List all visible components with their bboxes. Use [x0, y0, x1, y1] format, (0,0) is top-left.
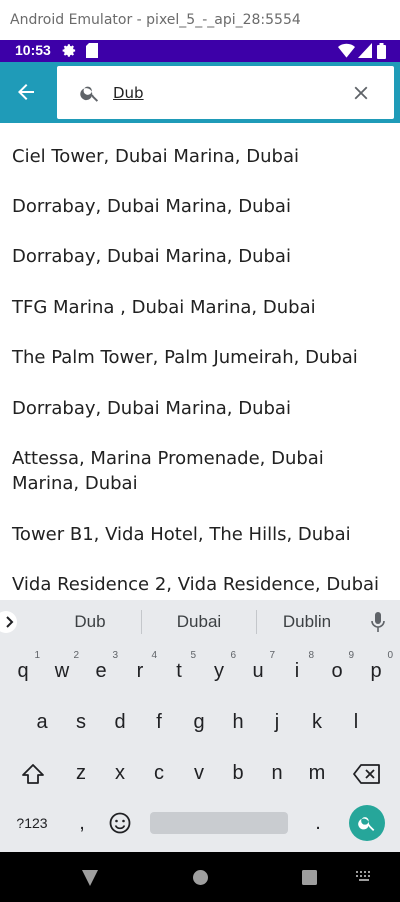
key-t[interactable]: t5 — [164, 650, 196, 683]
status-time: 10:53 — [15, 42, 51, 58]
navigation-bar — [0, 852, 400, 902]
key-l[interactable]: l — [341, 711, 371, 734]
shift-icon[interactable] — [21, 762, 45, 786]
suggestion-1[interactable]: Dub — [40, 612, 140, 632]
emulator-window-title: Android Emulator - pixel_5_-_api_28:5554 — [0, 0, 400, 40]
key-f[interactable]: f — [144, 711, 174, 734]
list-item[interactable]: Attessa, Marina Promenade, Dubai Marina,… — [12, 446, 392, 496]
search-app-bar — [0, 62, 400, 123]
wifi-icon — [338, 43, 355, 58]
suggestion-divider — [141, 610, 142, 634]
key-e[interactable]: e3 — [86, 650, 118, 683]
key-h[interactable]: h — [223, 711, 253, 734]
key-p[interactable]: p0 — [361, 650, 393, 683]
list-item[interactable]: Dorrabay, Dubai Marina, Dubai — [12, 396, 392, 421]
settings-gear-icon — [62, 44, 76, 57]
chevron-right-icon[interactable] — [0, 611, 22, 633]
key-a[interactable]: a — [27, 711, 57, 734]
battery-icon — [377, 43, 386, 59]
key-k[interactable]: k — [302, 711, 332, 734]
search-action-key[interactable] — [349, 805, 385, 841]
key-w[interactable]: w2 — [47, 650, 79, 683]
search-input[interactable] — [113, 80, 313, 106]
key-q[interactable]: q1 — [8, 650, 40, 683]
list-item[interactable]: The Palm Tower, Palm Jumeirah, Dubai — [12, 345, 392, 370]
list-item[interactable]: Ciel Tower, Dubai Marina, Dubai — [12, 144, 392, 169]
symbols-key[interactable]: ?123 — [12, 815, 52, 831]
key-n[interactable]: n — [262, 762, 292, 785]
key-period[interactable]: . — [303, 812, 333, 835]
keyboard-switch-icon[interactable] — [356, 871, 372, 883]
backspace-icon[interactable] — [353, 764, 381, 784]
key-c[interactable]: c — [144, 762, 174, 785]
key-g[interactable]: g — [184, 711, 214, 734]
key-comma[interactable]: , — [67, 812, 97, 835]
list-item[interactable]: TFG Marina , Dubai Marina, Dubai — [12, 295, 392, 320]
clear-icon[interactable] — [350, 82, 372, 104]
search-icon — [358, 817, 375, 831]
space-key[interactable] — [150, 812, 288, 834]
emoji-icon[interactable] — [109, 812, 131, 834]
search-icon — [80, 86, 99, 102]
key-x[interactable]: x — [105, 762, 135, 785]
suggestion-2[interactable]: Dubai — [149, 612, 249, 632]
key-y[interactable]: y6 — [204, 650, 236, 683]
key-s[interactable]: s — [66, 711, 96, 734]
back-button[interactable] — [8, 74, 44, 110]
status-bar: 10:53 — [0, 40, 400, 62]
nav-back-icon[interactable] — [82, 870, 98, 886]
key-v[interactable]: v — [184, 762, 214, 785]
key-o[interactable]: o9 — [322, 650, 354, 683]
key-i[interactable]: i8 — [282, 650, 314, 683]
key-b[interactable]: b — [223, 762, 253, 785]
search-field[interactable] — [57, 66, 394, 119]
list-item[interactable]: Dorrabay, Dubai Marina, Dubai — [12, 244, 392, 269]
nav-recents-icon[interactable] — [302, 870, 317, 885]
key-u[interactable]: u7 — [243, 650, 275, 683]
microphone-icon[interactable] — [371, 612, 385, 632]
list-item[interactable]: Tower B1, Vida Hotel, The Hills, Dubai — [12, 522, 392, 547]
list-item[interactable]: Dorrabay, Dubai Marina, Dubai — [12, 194, 392, 219]
nav-home-icon[interactable] — [193, 870, 208, 885]
suggestion-3[interactable]: Dublin — [257, 612, 357, 632]
cell-signal-icon — [358, 43, 372, 58]
suggestion-strip: Dub Dubai Dublin — [0, 600, 400, 644]
soft-keyboard: Dub Dubai Dublin q1 w2 e3 r4 t5 y6 u7 i8… — [0, 600, 400, 852]
key-r[interactable]: r4 — [125, 650, 157, 683]
sd-card-icon — [86, 43, 98, 58]
key-j[interactable]: j — [262, 711, 292, 734]
key-m[interactable]: m — [302, 762, 332, 785]
key-z[interactable]: z — [66, 762, 96, 785]
key-d[interactable]: d — [105, 711, 135, 734]
results-list: Ciel Tower, Dubai Marina, Dubai Dorrabay… — [0, 123, 400, 600]
arrow-back-icon — [18, 84, 34, 100]
list-item[interactable]: Vida Residence 2, Vida Residence, Dubai — [12, 572, 392, 597]
